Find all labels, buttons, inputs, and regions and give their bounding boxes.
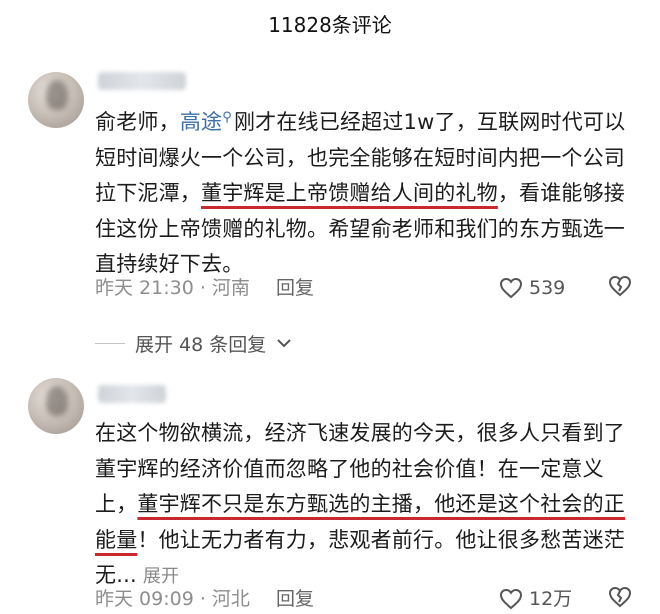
heart-icon [499, 588, 523, 610]
expand-replies-label: 展开 48 条回复 [135, 333, 267, 356]
heart-icon [499, 277, 523, 299]
broken-heart-icon[interactable] [608, 275, 632, 297]
timestamp-location: 昨天 09:09 · 河北 [95, 588, 250, 610]
reply-button[interactable]: 回复 [276, 273, 314, 303]
avatar[interactable] [28, 378, 84, 434]
reply-button[interactable]: 回复 [276, 584, 314, 614]
divider-line [95, 342, 125, 344]
comment-meta: 昨天 21:30 · 河南 回复 539 [95, 273, 635, 303]
like-button[interactable]: 12万 [499, 584, 572, 614]
like-count: 12万 [529, 588, 573, 610]
like-button[interactable]: 539 [499, 273, 565, 303]
chevron-down-icon [277, 339, 291, 348]
avatar[interactable] [28, 72, 84, 128]
comment-meta: 昨天 09:09 · 河北 回复 12万 [95, 584, 635, 614]
comment-text: 俞老师，高途⚲刚才在线已经超过1w了，互联网时代可以短时间爆火一个公司，也完全能… [95, 110, 626, 276]
mention-link[interactable]: 高途 [180, 110, 222, 134]
broken-heart-icon[interactable] [608, 586, 632, 608]
timestamp-location: 昨天 21:30 · 河南 [95, 277, 250, 299]
comment-count-title: 11828条评论 [268, 13, 392, 37]
like-count: 539 [529, 277, 566, 299]
highlighted-text: 董宇辉是上帝馈赠给人间的礼物 [201, 181, 498, 205]
search-icon[interactable]: ⚲ [222, 110, 232, 125]
username-blurred[interactable] [98, 385, 166, 403]
username-blurred[interactable] [98, 72, 186, 90]
expand-replies-button[interactable]: 展开 48 条回复 [95, 328, 292, 358]
comment-text: 在这个物欲横流，经济飞速发展的今天，很多人只看到了董宇辉的经济价值而忽略了他的社… [95, 421, 626, 587]
